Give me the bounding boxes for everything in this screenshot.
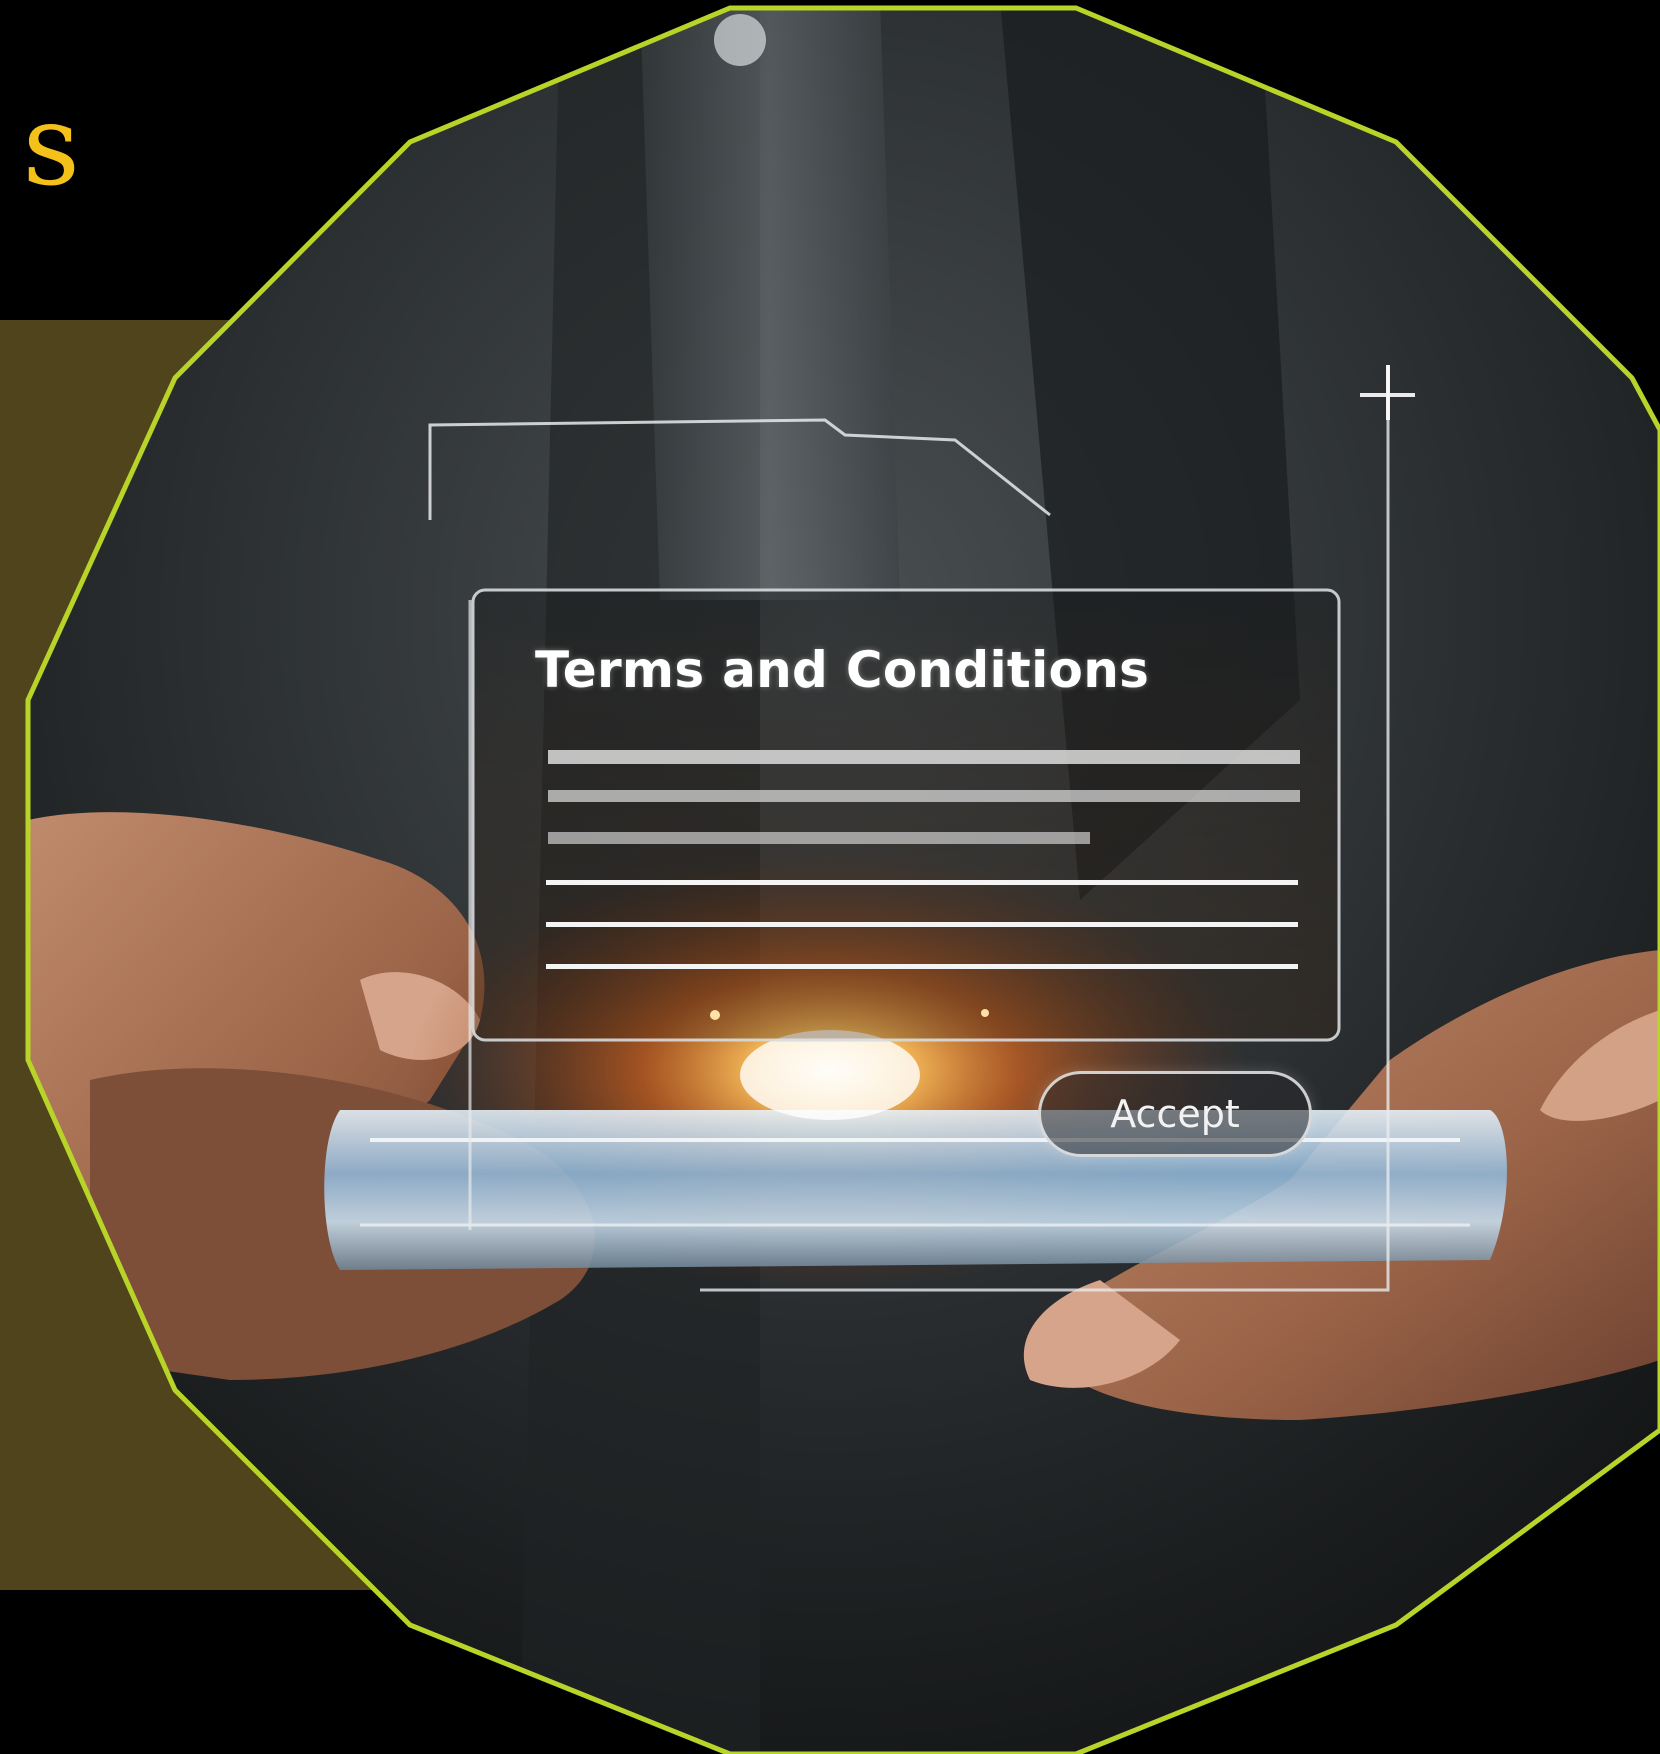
page: s Terms and Conditions Accept [0, 0, 1660, 1754]
hologram-title: Terms and Conditions [535, 641, 1150, 699]
photo-illustration [25, 5, 1660, 1754]
accept-button[interactable]: Accept [1038, 1071, 1312, 1157]
photo-frame: Terms and Conditions Accept [0, 0, 1660, 1754]
